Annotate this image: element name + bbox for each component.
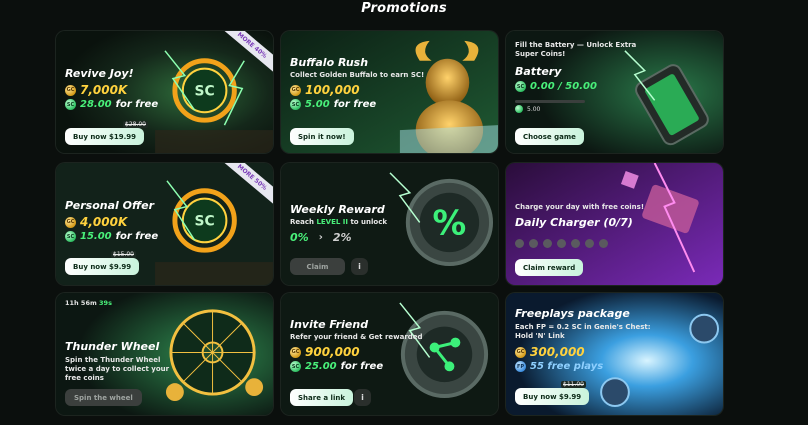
spin-the-wheel-button[interactable]: Spin the wheel xyxy=(65,389,142,406)
buy-now-button[interactable]: Buy now $9.99 xyxy=(65,258,140,275)
card-subtitle: Each FP = 0.2 SC in Genie's Chest: Hold … xyxy=(515,323,651,340)
promotions-grid: SC MORE 40% Revive Joy! GC 7,000K SC 28.… xyxy=(55,30,724,417)
card-title: Invite Friend xyxy=(290,318,369,331)
card-subtitle: Collect Golden Buffalo to earn SC! xyxy=(290,71,425,79)
sc-suffix: for free xyxy=(333,99,377,110)
info-icon[interactable]: i xyxy=(351,258,368,275)
claim-button[interactable]: Claim xyxy=(290,258,345,275)
spin-it-now-button[interactable]: Spin it now! xyxy=(290,128,354,145)
timer-hours-minutes: 11h 56m xyxy=(65,299,97,307)
daily-progress-dot xyxy=(543,239,552,248)
sweeps-coin-icon xyxy=(515,105,523,113)
sweeps-coin-icon: SC xyxy=(65,231,76,242)
info-icon[interactable]: i xyxy=(354,389,371,406)
sc-suffix: for free xyxy=(115,99,159,110)
old-price: $15.00 xyxy=(111,251,136,258)
promo-card-invite-friend[interactable]: Invite Friend Refer your friend & Get re… xyxy=(280,292,499,416)
card-title: Personal Offer xyxy=(65,199,155,212)
daily-progress-dot xyxy=(585,239,594,248)
subtitle-suffix: to unlock xyxy=(350,218,388,226)
page-title: Promotions xyxy=(361,1,447,16)
daily-progress-dot xyxy=(599,239,608,248)
freeplay-coin-icon: FP xyxy=(515,361,526,372)
claim-reward-button[interactable]: Claim reward xyxy=(515,259,584,276)
gc-amount: 7,000K xyxy=(80,83,128,97)
gc-amount: 100,000 xyxy=(305,83,360,97)
level-name: LEVEL II xyxy=(316,218,348,226)
gold-coin-icon: GC xyxy=(515,346,526,358)
gold-coin-icon: GC xyxy=(290,84,301,96)
sweeps-coin-icon: SC xyxy=(65,99,76,110)
promo-card-buffalo-rush[interactable]: Buffalo Rush Collect Golden Buffalo to e… xyxy=(280,30,499,154)
gc-amount: 900,000 xyxy=(305,345,360,359)
sc-suffix: for free xyxy=(115,231,159,242)
buy-now-button[interactable]: Buy now $19.99 xyxy=(65,128,145,145)
battery-reward: 5.00 xyxy=(527,105,541,113)
timer-seconds: 39s xyxy=(99,299,112,307)
choose-game-button[interactable]: Choose game xyxy=(515,128,584,145)
daily-progress-dot xyxy=(571,239,580,248)
card-title: Freeplays package xyxy=(515,307,630,320)
card-subtitle: Reach LEVEL II to unlock xyxy=(290,218,387,227)
card-title: Buffalo Rush xyxy=(290,56,369,69)
sc-amount: 25.00 xyxy=(305,361,337,372)
sweeps-coin-icon: SC xyxy=(515,81,526,92)
level-progress: 0% › 2% xyxy=(290,231,352,244)
card-title: Battery xyxy=(515,65,562,78)
promo-card-thunder-wheel[interactable]: 11h 56m 39s Thunder Wheel Spin the Thund… xyxy=(55,292,274,416)
old-price: $28.00 xyxy=(123,121,148,128)
gc-amount: 4,000K xyxy=(80,215,128,229)
card-subtitle: Spin the Thunder Wheel twice a day to co… xyxy=(65,356,170,382)
daily-progress-dot xyxy=(557,239,566,248)
current-percent: 0% xyxy=(290,231,309,244)
card-subtitle: Fill the Battery — Unlock Extra Super Co… xyxy=(515,41,637,58)
card-title: Weekly Reward xyxy=(290,203,385,216)
sc-suffix: for free xyxy=(340,361,384,372)
svg-text:SC: SC xyxy=(195,213,215,229)
subtitle-prefix: Reach xyxy=(290,218,314,226)
old-price: $11.00 xyxy=(561,381,586,388)
card-title: Daily Charger (0/7) xyxy=(515,216,633,229)
svg-text:SC: SC xyxy=(195,83,215,99)
promo-card-freeplays-package[interactable]: Freeplays package Each FP = 0.2 SC in Ge… xyxy=(505,292,724,416)
next-percent: 2% xyxy=(332,231,352,244)
sc-amount: 15.00 xyxy=(80,231,112,242)
fp-amount: 55 free plays xyxy=(530,361,604,372)
svg-text:%: % xyxy=(433,203,467,242)
sweeps-coin-icon: SC xyxy=(290,99,301,110)
promo-card-revive-joy[interactable]: SC MORE 40% Revive Joy! GC 7,000K SC 28.… xyxy=(55,30,274,154)
card-subtitle: Refer your friend & Get rewarded xyxy=(290,333,423,341)
promo-card-daily-charger[interactable]: Charge your day with free coins! Daily C… xyxy=(505,162,724,286)
promo-card-battery[interactable]: Fill the Battery — Unlock Extra Super Co… xyxy=(505,30,724,154)
sc-amount: 28.00 xyxy=(80,99,112,110)
gold-coin-icon: GC xyxy=(65,216,76,228)
daily-progress-dot xyxy=(529,239,538,248)
buy-now-button[interactable]: Buy now $9.99 xyxy=(515,388,590,405)
card-title: Thunder Wheel xyxy=(65,340,160,353)
chevron-right-icon: › xyxy=(318,232,323,243)
card-subtitle: Charge your day with free coins! xyxy=(515,203,645,211)
share-a-link-button[interactable]: Share a link xyxy=(290,389,353,406)
battery-progress-bar xyxy=(515,100,585,103)
gold-coin-icon: GC xyxy=(65,84,76,96)
countdown-timer: 11h 56m 39s xyxy=(65,299,112,307)
gold-coin-icon: GC xyxy=(290,346,301,358)
daily-progress-dots xyxy=(515,239,608,248)
battery-progress-text: 0.00 / 50.00 xyxy=(530,81,597,92)
gc-amount: 300,000 xyxy=(530,345,585,359)
promo-card-weekly-reward[interactable]: % Weekly Reward Reach LEVEL II to unlock… xyxy=(280,162,499,286)
card-title: Revive Joy! xyxy=(65,67,134,80)
daily-progress-dot xyxy=(515,239,524,248)
promo-card-personal-offer[interactable]: SC MORE 50% Personal Offer GC 4,000K SC … xyxy=(55,162,274,286)
sweeps-coin-icon: SC xyxy=(290,361,301,372)
sc-amount: 5.00 xyxy=(305,99,330,110)
